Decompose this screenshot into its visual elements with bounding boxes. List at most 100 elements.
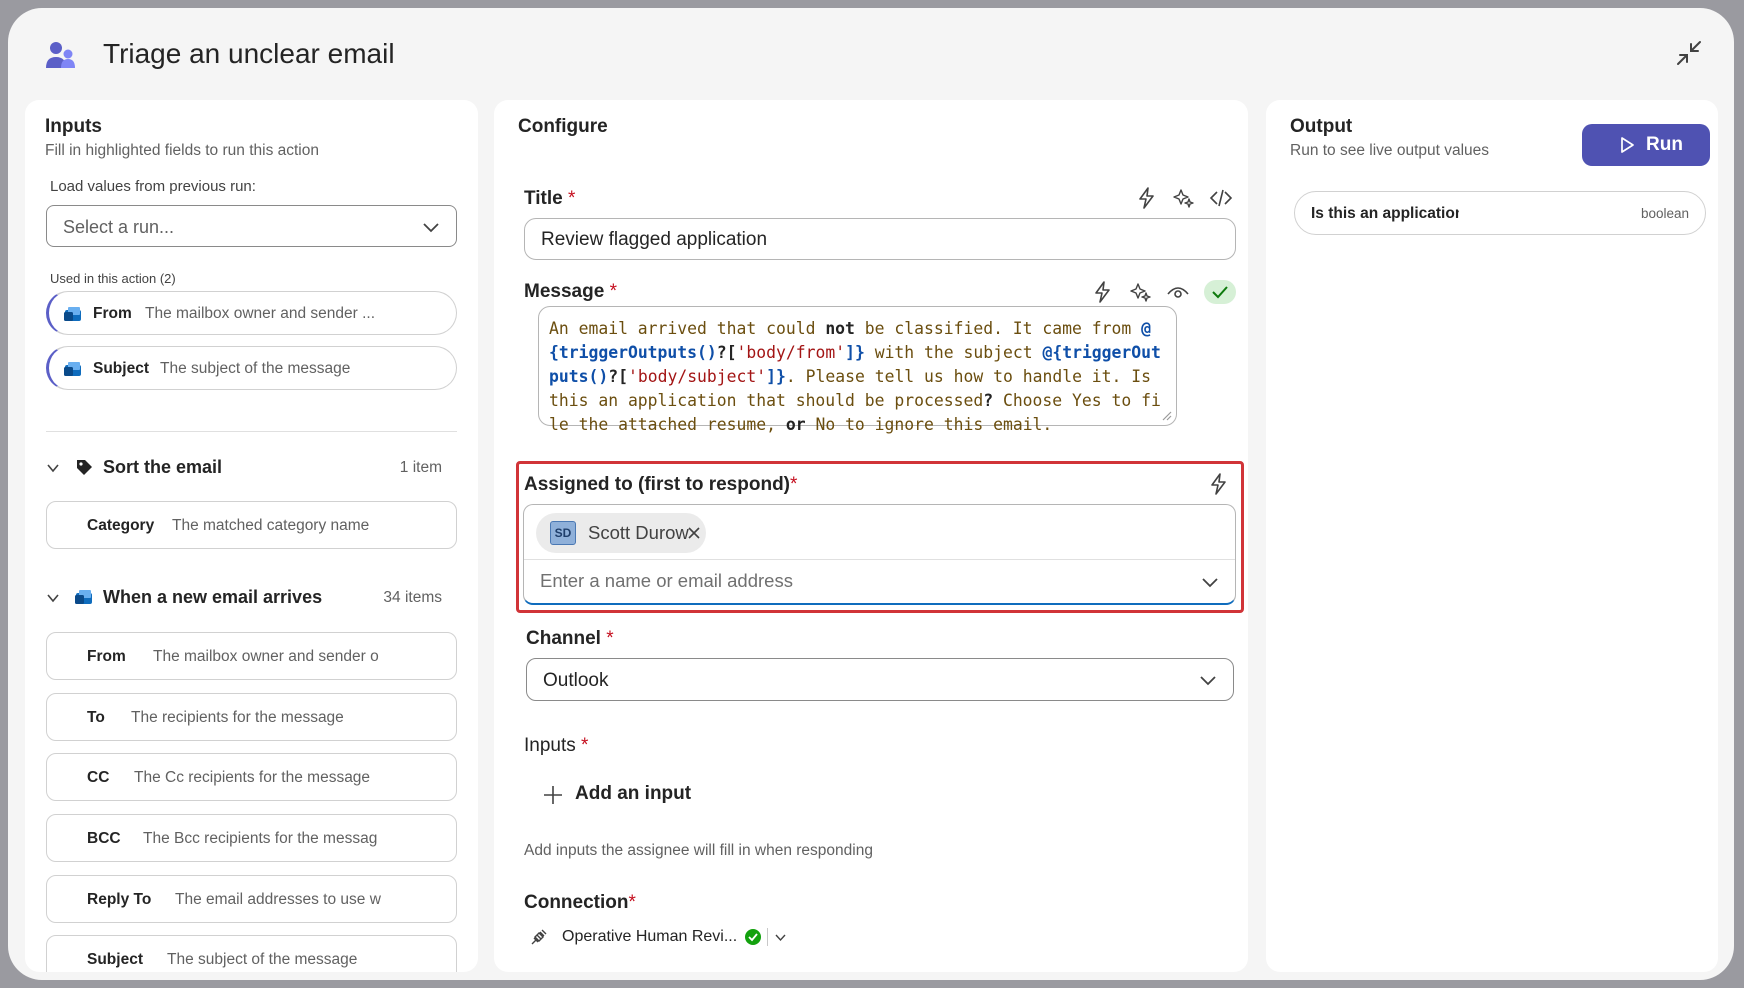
used-item-subject[interactable]: Subject The subject of the message [46, 346, 457, 390]
input-item-category[interactable]: Category The matched category name [46, 501, 457, 549]
group-name: Sort the email [103, 457, 223, 477]
connection-name: Operative Human Revi... [562, 928, 738, 945]
sparkle-icon[interactable] [1129, 280, 1153, 304]
input-item-value: The recipients for the message [131, 709, 344, 726]
group-count: 1 item [399, 459, 442, 476]
input-item-reply-to[interactable]: Reply To The email addresses to use w [46, 875, 457, 923]
dynamic-content-icon[interactable] [1207, 472, 1231, 496]
message-textarea[interactable]: An email arrived that could not be class… [538, 306, 1177, 434]
chevron-down-icon [1200, 676, 1216, 686]
play-icon [1621, 137, 1634, 153]
used-item-key: From [93, 305, 132, 322]
input-item-value: The Bcc recipients for the messag [143, 830, 378, 847]
inputs-panel: Inputs Fill in highlighted fields to run… [25, 100, 478, 972]
connection-select[interactable]: Operative Human Revi... [528, 924, 828, 952]
divider [46, 431, 457, 432]
message-label: Message * [524, 281, 617, 302]
tag-icon [77, 460, 92, 475]
input-item-value: The mailbox owner and sender o [153, 648, 379, 665]
input-item-key: CC [87, 769, 110, 786]
group-count: 34 items [383, 589, 442, 606]
outlook-icon [75, 590, 92, 604]
used-item-value: The subject of the message [160, 360, 351, 377]
input-item-value: The subject of the message [167, 951, 358, 968]
modal-title: Triage an unclear email [103, 38, 395, 69]
output-item-type: boolean [1640, 206, 1689, 221]
input-item-key: BCC [87, 830, 121, 847]
action-modal: Triage an unclear email Inputs Fill in h… [8, 8, 1734, 980]
channel-select[interactable]: Outlook [526, 658, 1234, 701]
output-item-key: Is this an application [1311, 205, 1459, 222]
input-item-subject[interactable]: Subject The subject of the message [46, 935, 457, 972]
assigned-to-input[interactable]: Enter a name or email address [540, 570, 793, 592]
assignee-chip[interactable]: SD Scott Durow [536, 513, 706, 553]
title-input[interactable]: Review flagged application [524, 218, 1236, 260]
output-heading: Output [1290, 116, 1353, 137]
chevron-down-icon [47, 594, 59, 603]
modal-header: Triage an unclear email [8, 8, 1734, 100]
input-item-key: Category [87, 517, 155, 534]
outlook-icon [64, 307, 81, 321]
assignee-name: Scott Durow [588, 522, 689, 543]
input-item-key: From [87, 648, 126, 665]
load-values-label: Load values from previous run: [50, 178, 256, 195]
input-item-to[interactable]: To The recipients for the message [46, 693, 457, 741]
dynamic-content-icon[interactable] [1091, 280, 1115, 304]
input-item-from[interactable]: From The mailbox owner and sender o [46, 632, 457, 680]
chevron-down-icon [423, 223, 439, 233]
inputs-subtitle: Fill in highlighted fields to run this a… [45, 142, 319, 159]
collapse-icon[interactable] [1674, 38, 1704, 68]
previous-run-placeholder: Select a run... [63, 217, 175, 237]
used-item-key: Subject [93, 360, 149, 377]
channel-label: Channel * [526, 628, 614, 649]
chevron-down-icon [775, 934, 786, 942]
dynamic-content-icon[interactable] [1135, 186, 1159, 210]
input-item-value: The Cc recipients for the message [134, 769, 371, 786]
group-sort-email[interactable]: Sort the email 1 item [46, 454, 457, 484]
run-label: Run [1646, 134, 1683, 155]
connection-label: Connection* [524, 892, 636, 913]
output-item[interactable]: Is this an application boolean [1294, 191, 1706, 235]
close-icon[interactable] [686, 525, 702, 541]
used-item-value: The mailbox owner and sender ... [145, 305, 376, 322]
input-item-cc[interactable]: CC The Cc recipients for the message [46, 753, 457, 801]
success-check-icon [745, 929, 761, 945]
input-item-bcc[interactable]: BCC The Bcc recipients for the messag [46, 814, 457, 862]
inputs-heading: Inputs [45, 116, 102, 137]
input-item-key: To [87, 709, 105, 726]
output-subtitle: Run to see live output values [1290, 142, 1490, 159]
title-value: Review flagged application [541, 229, 768, 250]
channel-value: Outlook [543, 670, 609, 691]
inputs-label: Inputs * [524, 735, 589, 756]
previous-run-select[interactable]: Select a run... [46, 205, 457, 247]
outlook-icon [64, 362, 81, 376]
assigned-to-label: Assigned to (first to respond)* [524, 474, 798, 495]
check-icon [1212, 286, 1228, 299]
used-item-from[interactable]: From The mailbox owner and sender ... [46, 291, 457, 335]
code-icon[interactable] [1209, 186, 1233, 210]
plus-icon [544, 786, 562, 804]
input-item-key: Reply To [87, 891, 152, 908]
add-input-label: Add an input [575, 783, 692, 804]
eye-icon[interactable] [1166, 280, 1190, 304]
used-in-action-label: Used in this action (2) [50, 271, 176, 286]
people-icon [46, 42, 75, 68]
input-item-value: The email addresses to use w [175, 891, 381, 908]
chevron-down-icon[interactable] [1201, 573, 1219, 591]
chevron-down-icon [47, 464, 59, 473]
divider [767, 928, 768, 946]
validation-badge [1204, 280, 1236, 304]
run-button[interactable]: Run [1582, 124, 1710, 166]
plug-icon [531, 929, 547, 945]
sparkle-icon[interactable] [1172, 186, 1196, 210]
configure-heading: Configure [518, 116, 608, 137]
resize-handle-icon[interactable] [1160, 409, 1172, 421]
input-item-value: The matched category name [172, 517, 370, 534]
divider [524, 559, 1235, 560]
group-name: When a new email arrives [103, 587, 323, 607]
assigned-to-picker[interactable]: SD Scott Durow Enter a name or email add… [523, 504, 1236, 605]
message-text: An email arrived that could not be class… [549, 319, 1161, 434]
title-label: Title * [524, 188, 576, 209]
group-new-email[interactable]: When a new email arrives 34 items [46, 584, 457, 614]
inputs-note: Add inputs the assignee will fill in whe… [524, 842, 873, 859]
